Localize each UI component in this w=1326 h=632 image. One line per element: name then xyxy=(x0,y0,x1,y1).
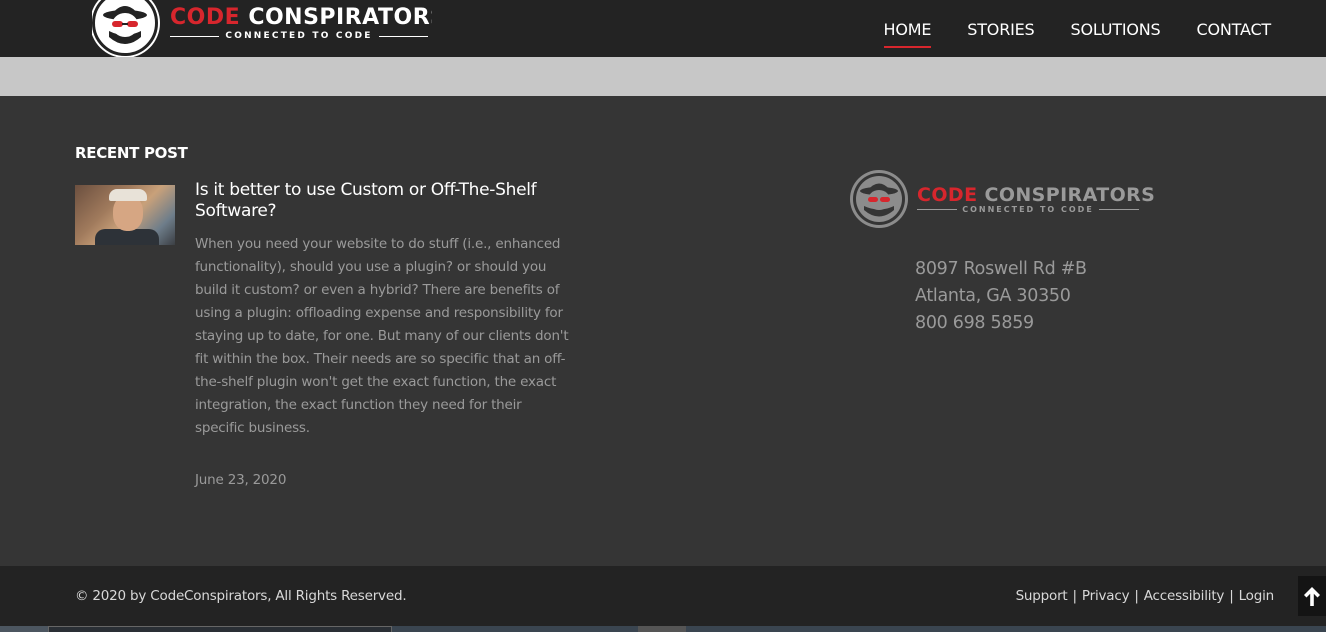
post-date: June 23, 2020 xyxy=(195,472,287,488)
logo-word-conspirators: CONSPIRATORS xyxy=(248,5,432,30)
logo-rule-left xyxy=(170,35,220,37)
link-separator: | xyxy=(1229,588,1234,604)
address-street: 8097 Roswell Rd #B xyxy=(915,259,1087,279)
address-phone[interactable]: 800 698 5859 xyxy=(915,310,1087,337)
strip-segment xyxy=(48,626,392,632)
footer-logo-word-code: CODE xyxy=(917,184,978,206)
bottom-bar: © 2020 by CodeConspirators, All Rights R… xyxy=(0,566,1326,626)
post-thumbnail[interactable] xyxy=(75,185,175,245)
nav-solutions[interactable]: SOLUTIONS xyxy=(1071,20,1161,43)
footer-logo-tagline: CONNECTED TO CODE xyxy=(962,205,1094,214)
logo-word-code: CODE xyxy=(170,5,241,30)
strip-segment xyxy=(638,626,686,632)
footer-logo-word-conspirators: CONSPIRATORS xyxy=(984,184,1156,206)
footer-widgets: RECENT POST Is it better to use Custom o… xyxy=(0,96,1326,566)
post-title-link[interactable]: Is it better to use Custom or Off-The-Sh… xyxy=(195,180,575,222)
site-header: CODE CONSPIRATORS CONNECTED TO CODE HOME… xyxy=(0,0,1326,57)
scroll-to-top-button[interactable] xyxy=(1298,576,1326,616)
site-logo[interactable]: CODE CONSPIRATORS CONNECTED TO CODE xyxy=(92,0,432,57)
link-separator: | xyxy=(1072,588,1078,604)
logo-tagline: CONNECTED TO CODE xyxy=(225,31,373,41)
legal-links: Support | Privacy | Accessibility | Logi… xyxy=(1016,588,1275,604)
post-excerpt: When you need your website to do stuff (… xyxy=(195,236,569,436)
spy-mascot-icon xyxy=(850,170,908,228)
link-separator: | xyxy=(1134,588,1139,604)
thumb-hat xyxy=(109,189,147,201)
page-bottom-strip xyxy=(0,626,1326,632)
nav-stories[interactable]: STORIES xyxy=(967,20,1034,43)
footer-logo: CODE CONSPIRATORS CONNECTED TO CODE xyxy=(850,170,1155,228)
strip-segment xyxy=(0,626,48,632)
link-support[interactable]: Support xyxy=(1016,588,1068,604)
copyright-text: © 2020 by CodeConspirators, All Rights R… xyxy=(75,588,407,604)
content-band xyxy=(0,57,1326,96)
arrow-up-icon xyxy=(1304,587,1320,606)
spy-mascot-icon xyxy=(92,0,158,56)
recent-post-heading: RECENT POST xyxy=(75,144,188,162)
footer-logo-rule-left xyxy=(917,209,958,210)
main-nav: HOME STORIES SOLUTIONS CONTACT xyxy=(883,20,1272,48)
nav-contact[interactable]: CONTACT xyxy=(1197,20,1272,43)
address-city: Atlanta, GA 30350 xyxy=(915,286,1071,306)
nav-home[interactable]: HOME xyxy=(883,20,931,48)
logo-rule-right xyxy=(378,35,429,37)
link-privacy[interactable]: Privacy xyxy=(1082,588,1130,604)
link-login[interactable]: Login xyxy=(1239,588,1275,604)
footer-logo-rule-right xyxy=(1098,209,1140,210)
link-accessibility[interactable]: Accessibility xyxy=(1144,588,1225,604)
contact-address: 8097 Roswell Rd #B Atlanta, GA 30350 800… xyxy=(915,256,1087,337)
thumb-body xyxy=(95,229,159,245)
